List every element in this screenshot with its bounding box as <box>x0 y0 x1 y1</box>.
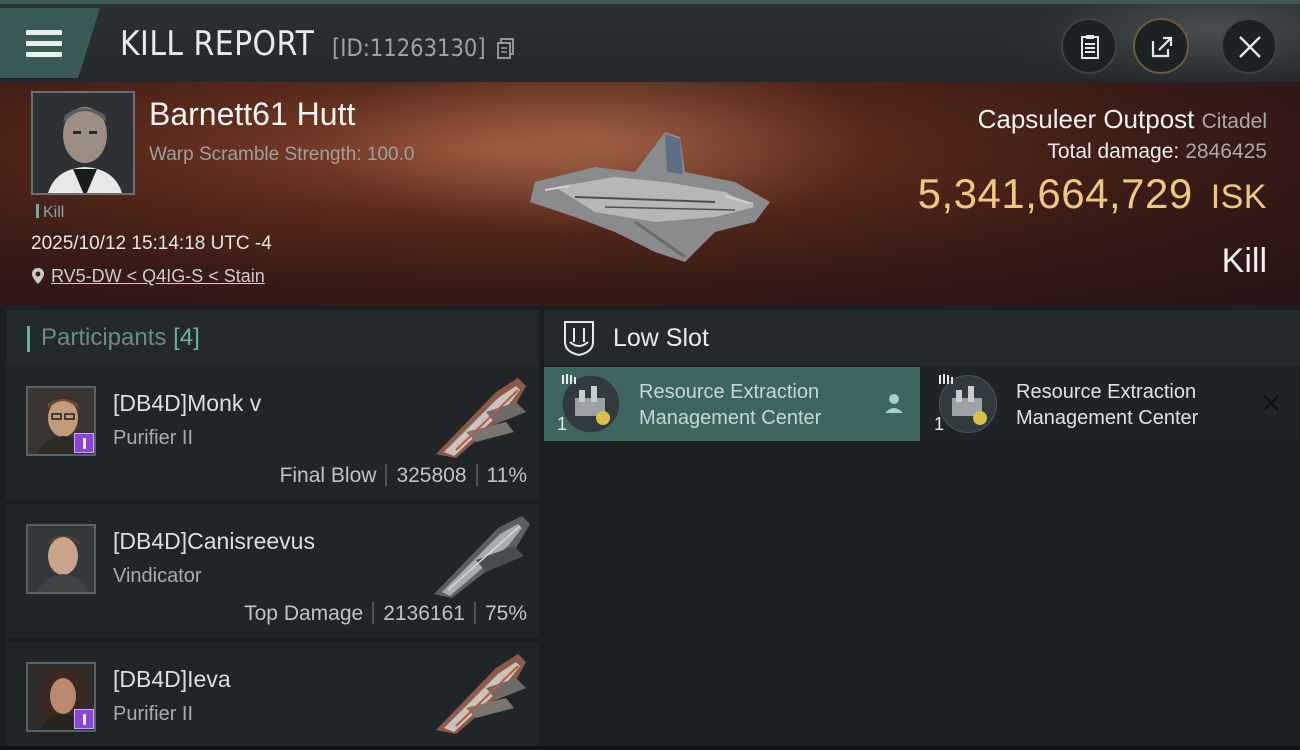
close-icon <box>1263 395 1279 411</box>
isk-amount: 5,341,664,729 <box>917 170 1193 217</box>
clipboard-icon <box>1081 35 1099 59</box>
page-title: KILL REPORT <box>120 24 315 64</box>
target-type-name: Capsuleer Outpost <box>977 104 1195 134</box>
vindicator-ship-image <box>434 516 530 598</box>
meta-level-icon <box>939 374 953 384</box>
module-quantity: 1 <box>934 414 945 434</box>
total-damage-label: Total damage: <box>1047 140 1180 163</box>
header-bar: KILL REPORT [ID:11263130] <box>0 0 1300 86</box>
module-item[interactable]: 1 Resource Extraction Management Center <box>921 367 1297 441</box>
result-label: Kill <box>1221 242 1267 280</box>
participant-name[interactable]: [DB4D]Canisreevus <box>113 528 315 555</box>
module-name-line2: Management Center <box>1016 407 1199 429</box>
participant-stats: Top Damage 2136161 75% <box>244 602 527 626</box>
module-name: Resource Extraction Management Center <box>1016 379 1198 431</box>
participants-label: Participants <box>41 324 167 351</box>
module-item[interactable]: 1 Resource Extraction Management Center <box>544 367 920 441</box>
citadel-ship-image <box>530 132 770 262</box>
participant-card[interactable]: [DB4D]Canisreevus Vindicator Top Damage 2… <box>6 504 539 638</box>
victim-portrait[interactable] <box>31 91 135 195</box>
isk-value: 5,341,664,729 ISK <box>918 170 1267 218</box>
participant-damage: 2136161 <box>383 602 465 625</box>
participants-header: Participants [4] <box>6 310 539 366</box>
meta-level-icon <box>562 374 576 384</box>
purifier-ship-image <box>436 654 526 734</box>
participant-percent: 75% <box>484 602 527 625</box>
slot-header: Low Slot <box>544 310 1300 366</box>
user-icon <box>885 394 903 413</box>
low-slot-icon <box>564 321 594 356</box>
module-name-line2: Management Center <box>639 407 822 429</box>
participant-stats: Final Blow 325808 11% <box>280 464 527 488</box>
share-button[interactable] <box>1133 18 1189 74</box>
participant-role: Top Damage <box>244 602 364 625</box>
menu-button[interactable] <box>0 8 100 78</box>
target-class: Citadel <box>1201 110 1267 133</box>
copy-icon[interactable] <box>497 38 515 60</box>
participants-panel: Participants [4] [DB4D]Monk v Purifier I… <box>6 310 539 750</box>
victim-name[interactable]: Barnett61 Hutt <box>149 96 355 133</box>
participants-count: [4] <box>173 324 200 351</box>
participant-ship: Purifier II <box>113 427 194 449</box>
alliance-badge <box>74 709 94 729</box>
participants-title: Participants [4] <box>41 324 200 352</box>
kill-tag: Kill <box>36 204 64 222</box>
share-icon <box>1151 36 1173 58</box>
close-icon <box>1239 36 1261 58</box>
participant-name[interactable]: [DB4D]Monk v <box>113 390 261 417</box>
total-damage-value: 2846425 <box>1185 140 1267 163</box>
participant-percent: 11% <box>486 464 527 487</box>
fitting-panel: Low Slot 1 Resource Extraction Managemen… <box>544 310 1300 750</box>
participant-name[interactable]: [DB4D]Ieva <box>113 666 231 693</box>
target-name: Capsuleer Outpost Citadel <box>978 104 1267 135</box>
participant-card[interactable]: [DB4D]Ieva Purifier II <box>6 642 539 750</box>
report-id: [ID:11263130] <box>332 34 486 62</box>
total-damage: Total damage: 2846425 <box>1047 140 1267 164</box>
victim-avatar <box>33 93 133 193</box>
avatar <box>26 524 96 594</box>
kill-timestamp: 2025/10/12 15:14:18 UTC -4 <box>31 233 272 254</box>
module-name-line1: Resource Extraction <box>639 381 820 403</box>
participant-ship: Vindicator <box>113 565 202 587</box>
kill-banner: Barnett61 Hutt Warp Scramble Strength: 1… <box>0 82 1300 305</box>
location-pin-icon <box>32 268 44 284</box>
clipboard-button[interactable] <box>1061 18 1117 74</box>
participant-card[interactable]: [DB4D]Monk v Purifier II Final Blow 32580… <box>6 366 539 500</box>
slot-title: Low Slot <box>613 324 709 352</box>
close-button[interactable] <box>1221 18 1277 74</box>
participant-damage: 325808 <box>396 464 467 487</box>
participant-role: Final Blow <box>279 464 377 487</box>
participant-ship: Purifier II <box>113 703 194 725</box>
alliance-badge <box>74 433 94 453</box>
purifier-ship-image <box>436 378 526 458</box>
module-quantity: 1 <box>557 414 568 434</box>
location-link[interactable]: RV5-DW < Q4IG-S < Stain <box>51 266 265 286</box>
module-name-line1: Resource Extraction <box>1016 381 1197 403</box>
kill-location[interactable]: RV5-DW < Q4IG-S < Stain <box>31 266 265 287</box>
isk-unit: ISK <box>1210 178 1267 216</box>
module-name: Resource Extraction Management Center <box>639 379 821 431</box>
menu-icon <box>26 30 64 58</box>
warp-scramble-strength: Warp Scramble Strength: 100.0 <box>149 144 415 165</box>
